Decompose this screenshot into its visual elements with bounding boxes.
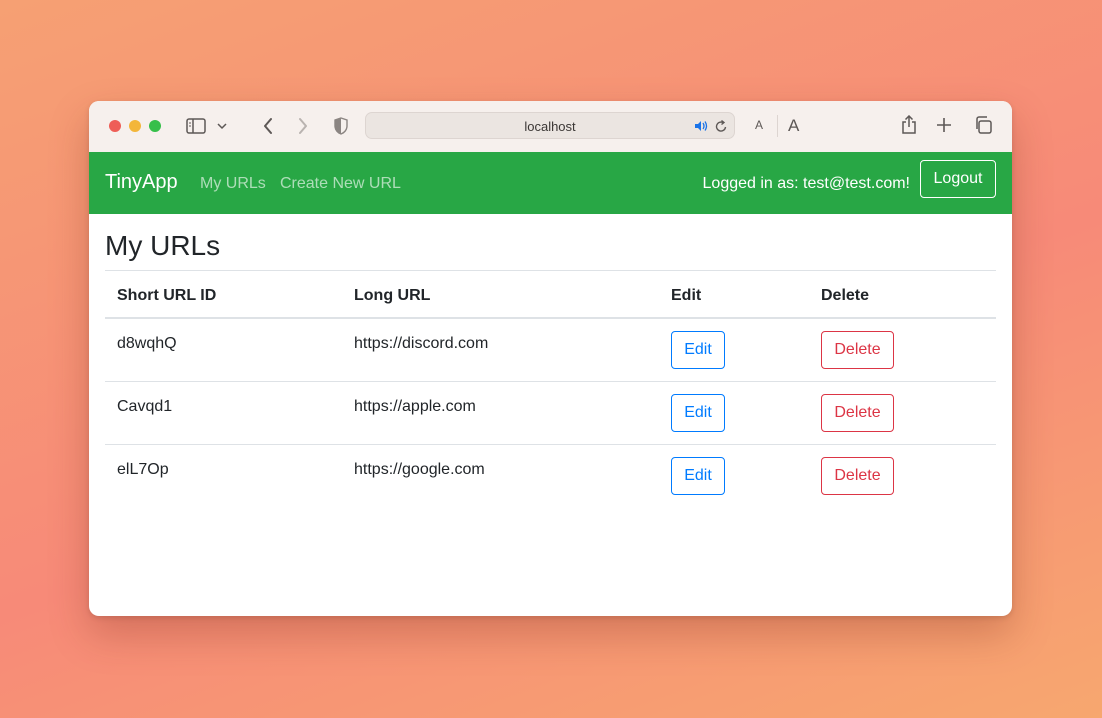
share-icon[interactable] — [900, 114, 918, 136]
new-tab-icon[interactable] — [935, 114, 953, 136]
increase-text-size-button[interactable]: A — [788, 116, 799, 136]
reload-icon[interactable] — [714, 118, 728, 134]
table-row: elL7Op https://google.com Edit Delete — [105, 445, 996, 508]
delete-button[interactable]: Delete — [821, 331, 894, 369]
long-url: https://apple.com — [354, 398, 476, 415]
brand-logo[interactable]: TinyApp — [105, 171, 178, 194]
table-header: Short URL ID Long URL Edit Delete — [105, 270, 996, 319]
toolbar-divider — [777, 115, 778, 137]
column-header-short-url-id: Short URL ID — [117, 287, 217, 304]
edit-button[interactable]: Edit — [671, 394, 725, 432]
tab-overview-icon[interactable] — [973, 115, 993, 135]
forward-arrow-icon[interactable] — [294, 115, 312, 137]
short-url-id: elL7Op — [117, 461, 169, 478]
browser-window: localhost A A TinyApp My URLs Create New… — [89, 101, 1012, 616]
column-header-delete: Delete — [821, 287, 870, 304]
privacy-shield-icon[interactable] — [333, 116, 349, 136]
long-url: https://google.com — [354, 461, 485, 478]
logged-in-status: Logged in as: test@test.com! — [702, 175, 910, 192]
column-header-edit: Edit — [671, 287, 702, 304]
column-header-long-url: Long URL — [354, 287, 431, 304]
address-bar[interactable]: localhost — [365, 112, 735, 139]
table-row: Cavqd1 https://apple.com Edit Delete — [105, 382, 996, 445]
browser-toolbar: localhost A A — [89, 101, 1012, 153]
speaker-icon[interactable] — [693, 118, 709, 134]
close-window-button[interactable] — [109, 120, 121, 132]
table-row: d8wqhQ https://discord.com Edit Delete — [105, 319, 996, 382]
nav-link-create-new-url[interactable]: Create New URL — [280, 175, 401, 193]
urls-table: Short URL ID Long URL Edit Delete d8wqhQ… — [105, 270, 996, 508]
address-text: localhost — [524, 119, 576, 134]
logout-button[interactable]: Logout — [920, 160, 996, 198]
chevron-down-icon[interactable] — [217, 119, 227, 133]
delete-button[interactable]: Delete — [821, 394, 894, 432]
edit-button[interactable]: Edit — [671, 331, 725, 369]
delete-button[interactable]: Delete — [821, 457, 894, 495]
long-url: https://discord.com — [354, 335, 489, 352]
nav-link-my-urls[interactable]: My URLs — [200, 175, 266, 193]
app-navbar: TinyApp My URLs Create New URL Logged in… — [89, 152, 1012, 214]
page-title: My URLs — [105, 230, 221, 261]
zoom-window-button[interactable] — [149, 120, 161, 132]
edit-button[interactable]: Edit — [671, 457, 725, 495]
decrease-text-size-button[interactable]: A — [755, 118, 763, 132]
back-arrow-icon[interactable] — [259, 115, 277, 137]
sidebar-toggle-icon[interactable] — [186, 117, 206, 135]
short-url-id: Cavqd1 — [117, 398, 173, 415]
minimize-window-button[interactable] — [129, 120, 141, 132]
short-url-id: d8wqhQ — [117, 335, 177, 352]
